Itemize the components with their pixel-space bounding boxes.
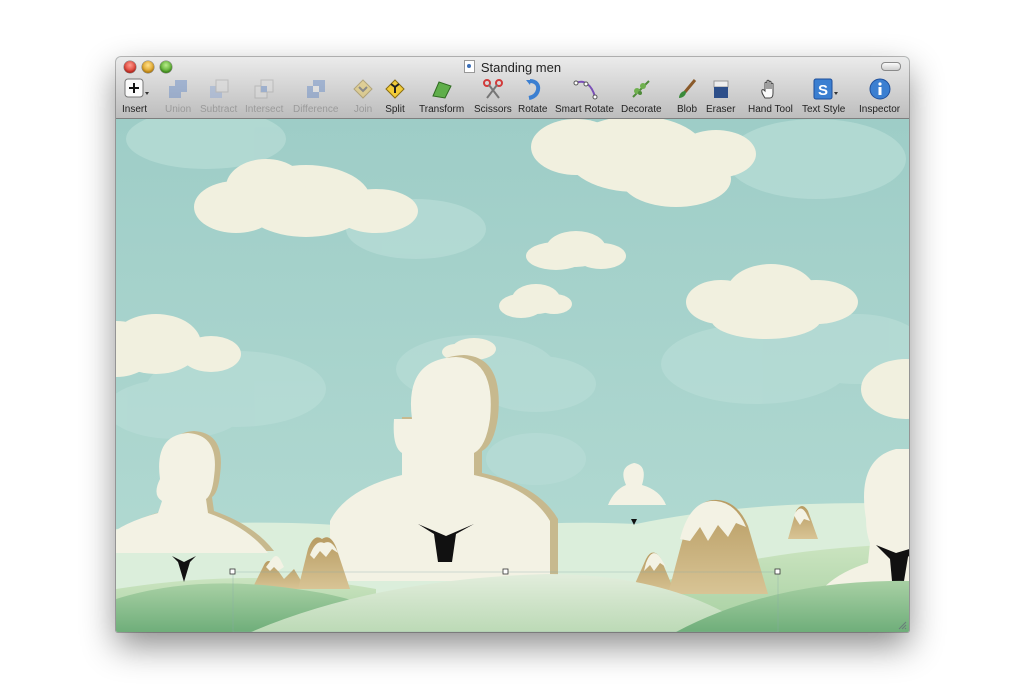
toolbar-text-style-label: Text Style [802,104,846,115]
toolbar-insert[interactable]: Insert [122,78,149,115]
title-bar: Standing men Insert Union Subtract Inter… [116,57,909,119]
info-icon [869,78,891,100]
selection-handle[interactable] [502,568,509,575]
selection-handle[interactable] [229,568,236,575]
toolbar-union-label: Union [165,104,192,115]
toolbar-transform-label: Transform [419,104,465,115]
eraser-icon [710,78,732,100]
selection-handle[interactable] [774,568,781,575]
document-window: Standing men Insert Union Subtract Inter… [116,57,909,632]
toolbar-split-label: Split [385,104,405,115]
plus-icon [124,78,149,100]
toolbar-hand-tool[interactable]: Hand Tool [748,78,793,115]
union-icon [167,78,189,100]
toolbar-difference-label: Difference [293,104,339,115]
document-icon [463,60,475,73]
toolbar-join[interactable]: Join [352,78,374,115]
toolbar-join-label: Join [353,104,373,115]
toolbar-smart-rotate-label: Smart Rotate [555,104,614,115]
svg-text:S: S [818,82,828,99]
window-title: Standing men [480,60,562,75]
toolbar-union[interactable]: Union [165,78,191,115]
split-icon [384,78,406,100]
toolbar-subtract[interactable]: Subtract [200,78,237,115]
drawing-canvas[interactable] [116,119,909,632]
text-style-icon: S [813,78,838,100]
toolbar-inspector-label: Inspector [859,104,901,115]
toolbar-smart-rotate[interactable]: Smart Rotate [555,78,614,115]
hand-icon [759,78,781,100]
toolbar-rotate[interactable]: Rotate [518,78,547,115]
toolbar-blob-label: Blob [676,104,697,115]
toolbar-subtract-label: Subtract [200,104,238,115]
subtract-icon [208,78,230,100]
join-icon [352,78,374,100]
toolbar-difference[interactable]: Difference [293,78,338,115]
decorate-icon [630,78,652,100]
artwork [116,119,909,632]
toolbar-scissors[interactable]: Scissors [474,78,512,115]
toolbar-eraser-label: Eraser [706,104,736,115]
toolbar-intersect[interactable]: Intersect [245,78,283,115]
toolbar-scissors-label: Scissors [474,104,512,115]
toolbar-insert-label: Insert [122,104,148,115]
toolbar-decorate-label: Decorate [621,104,662,115]
toolbar-decorate[interactable]: Decorate [621,78,662,115]
toolbar-hand-tool-label: Hand Tool [748,104,793,115]
toolbar-text-style[interactable]: S Text Style [802,78,845,115]
smart-rotate-icon [573,78,598,100]
scissors-icon [482,78,504,100]
difference-icon [305,78,327,100]
toolbar-transform[interactable]: Transform [419,78,464,115]
intersect-icon [253,78,275,100]
blob-brush-icon [676,78,698,100]
toolbar-toggle-button[interactable] [881,62,901,71]
toolbar-blob[interactable]: Blob [676,78,698,115]
toolbar-split[interactable]: Split [384,78,406,115]
toolbar-intersect-label: Intersect [245,104,284,115]
resize-grip-icon[interactable] [897,620,907,630]
rotate-icon [522,78,544,100]
toolbar-eraser[interactable]: Eraser [706,78,735,115]
transform-icon [431,78,453,100]
window-title-container: Standing men [116,60,909,75]
toolbar-rotate-label: Rotate [518,104,548,115]
toolbar-inspector[interactable]: Inspector [859,78,900,115]
